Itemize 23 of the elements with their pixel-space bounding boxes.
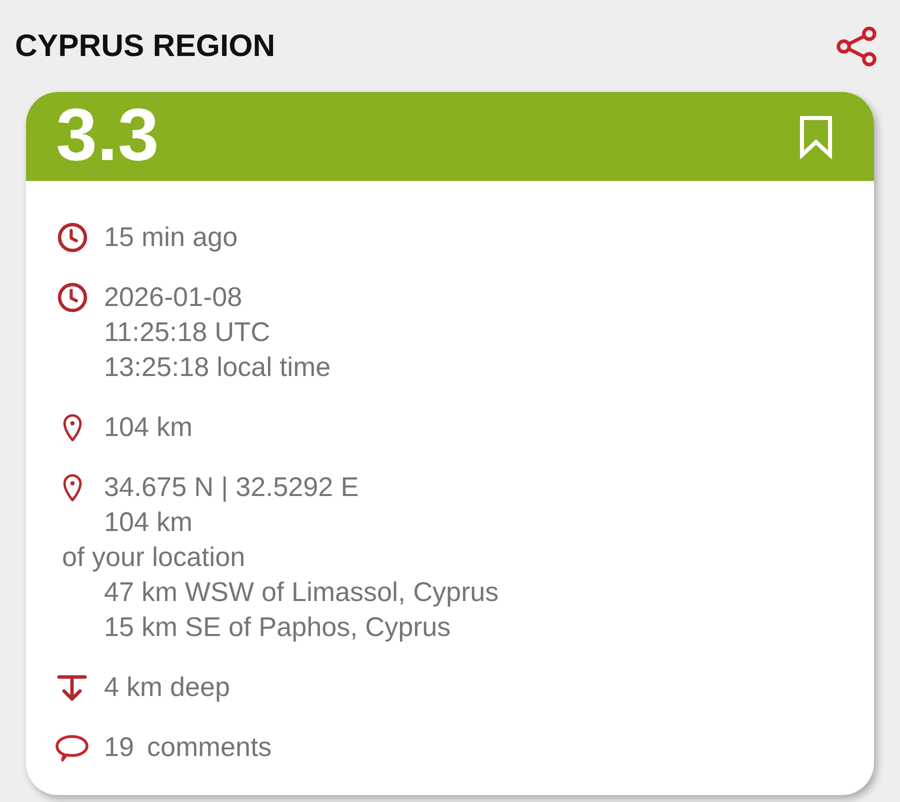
speech-bubble-icon	[55, 734, 89, 762]
depth-text: 4 km deep	[104, 671, 230, 704]
time-text: 11:25:18 UTC	[104, 316, 270, 349]
comment-count: 19	[104, 731, 134, 764]
clock-icon	[56, 222, 88, 253]
place-text: 15 km SE of Paphos, Cyprus	[104, 611, 451, 644]
location-text: 34.675 N | 32.5292 E	[104, 471, 359, 504]
map-pin-icon	[62, 474, 82, 502]
clock-icon	[56, 282, 88, 313]
comments-label: comments	[147, 731, 272, 764]
magnitude-text: 3.3	[56, 98, 159, 172]
location-text: 104 km	[104, 506, 193, 539]
bookmark-icon[interactable]	[798, 114, 834, 158]
distance-text: 104 km	[104, 411, 193, 444]
time-text: 13:25:18 local time	[104, 351, 331, 384]
location-note-text: of your location	[62, 541, 246, 574]
time-text: 15 min ago	[104, 221, 238, 254]
share-icon[interactable]	[835, 24, 878, 68]
depth-arrow-icon	[56, 674, 88, 702]
region-title: CYPRUS REGION	[15, 28, 276, 64]
place-text: 47 km WSW of Limassol, Cyprus	[104, 576, 499, 609]
map-pin-icon	[62, 414, 82, 442]
time-text: 2026-01-08	[104, 281, 242, 314]
